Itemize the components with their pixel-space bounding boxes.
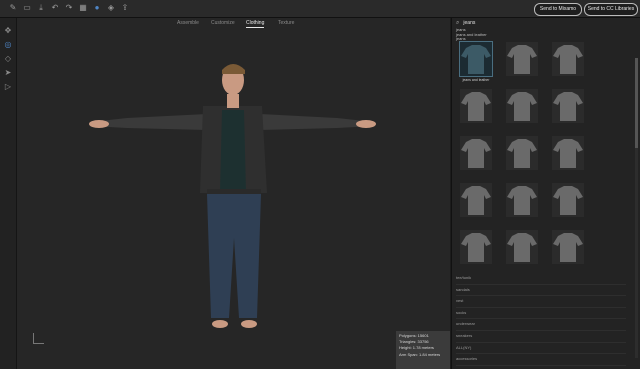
search-icon: ⌕ [456, 20, 460, 26]
grid-icon[interactable]: ▦ [78, 3, 88, 13]
character-body [89, 64, 376, 328]
shirt-preview-icon [506, 136, 538, 170]
clothing-thumbnail[interactable] [456, 183, 496, 229]
thumbnail-caption: jeans and leather [462, 78, 490, 82]
list-item[interactable]: tee/tunik [456, 273, 626, 285]
clothing-thumbnail[interactable] [456, 89, 496, 135]
clothing-thumbnail[interactable] [502, 183, 542, 229]
search-bar[interactable]: ⌕ jeans [456, 20, 636, 28]
pencil-icon[interactable]: ✎ [8, 3, 18, 13]
redo-icon[interactable]: ↷ [64, 3, 74, 13]
clothing-thumbnail[interactable] [548, 136, 588, 182]
clothing-thumbnail[interactable] [502, 230, 542, 276]
layers-icon[interactable]: ◈ [106, 3, 116, 13]
left-toolbar: ✥ ◎ ◇ ➤ ▷ [0, 18, 17, 369]
3d-viewport[interactable]: Assemble Customize Clothing Texture Poly… [17, 18, 450, 369]
shirt-preview-icon [552, 89, 584, 123]
search-input[interactable]: jeans [463, 20, 475, 26]
shirt-preview-icon [460, 183, 492, 217]
shirt-preview-icon [506, 230, 538, 264]
clothing-thumbnail[interactable] [502, 136, 542, 182]
select-icon[interactable]: ➤ [3, 68, 13, 78]
play-icon[interactable]: ▷ [3, 82, 13, 92]
clothing-thumbnail[interactable] [548, 89, 588, 135]
clothing-thumbnail[interactable]: jeans and leather [456, 41, 496, 88]
move-icon[interactable]: ✥ [3, 26, 13, 36]
undo-icon[interactable]: ↶ [50, 3, 60, 13]
shirt-preview-icon [460, 89, 492, 123]
clothing-thumbnail[interactable] [456, 136, 496, 182]
list-item[interactable]: accessories [456, 354, 626, 366]
folder-icon[interactable]: ▭ [22, 3, 32, 13]
character-model[interactable] [17, 18, 450, 369]
tag-icon[interactable]: ◇ [3, 54, 13, 64]
shirt-preview-icon [460, 136, 492, 170]
clothing-thumbnail[interactable] [456, 230, 496, 276]
cc-icon[interactable]: ● [92, 3, 102, 13]
scrollbar-thumb[interactable] [635, 58, 638, 148]
send-to-mixamo-button[interactable]: Send to Mixamo [534, 3, 582, 16]
clothing-thumbnail[interactable] [502, 89, 542, 135]
list-item[interactable]: sandals [456, 285, 626, 297]
suggestion-item[interactable]: jeans [456, 36, 487, 42]
shirt-preview-icon [506, 89, 538, 123]
shirt-preview-icon [552, 230, 584, 264]
search-suggestions: jeans jeans and leather jeans [456, 27, 487, 42]
send-to-cc-libraries-button[interactable]: Send to CC Libraries [584, 3, 638, 16]
clothing-thumbnail[interactable] [548, 183, 588, 229]
model-stats-panel: Polygons: 15601 Triangles: 33756 Height:… [396, 331, 450, 369]
clothing-thumbnail[interactable] [502, 42, 542, 88]
shirt-preview-icon [552, 136, 584, 170]
list-item[interactable]: underwear [456, 319, 626, 331]
shirt-preview-icon [506, 42, 538, 76]
export-icon[interactable]: ⇪ [120, 3, 130, 13]
clothing-thumbnail[interactable] [548, 230, 588, 276]
shirt-preview-icon [459, 41, 493, 77]
shirt-preview-icon [552, 42, 584, 76]
clothing-panel: ⌕ jeans jeans jeans and leather jeans je… [451, 18, 640, 369]
orbit-icon[interactable]: ◎ [3, 40, 13, 50]
list-item[interactable]: vest [456, 296, 626, 308]
top-toolbar: ✎ ▭ ⤓ ↶ ↷ ▦ ● ◈ ⇪ Send to Mixamo Send to… [0, 0, 640, 18]
clothing-category-list: tee/tunik sandals vest socks underwear s… [456, 273, 626, 366]
axis-gizmo [33, 333, 44, 344]
shirt-preview-icon [552, 183, 584, 217]
shirt-preview-icon [460, 230, 492, 264]
panel-scrollbar[interactable] [635, 58, 638, 358]
list-item[interactable]: sneakers [456, 331, 626, 343]
arm-span-stat: Arm Span: 1.84 meters [399, 351, 441, 357]
list-item[interactable]: ALL(NY) [456, 343, 626, 355]
clothing-thumbnail[interactable] [548, 42, 588, 88]
list-item[interactable]: socks [456, 308, 626, 320]
shirt-preview-icon [506, 183, 538, 217]
download-icon[interactable]: ⤓ [36, 3, 46, 13]
